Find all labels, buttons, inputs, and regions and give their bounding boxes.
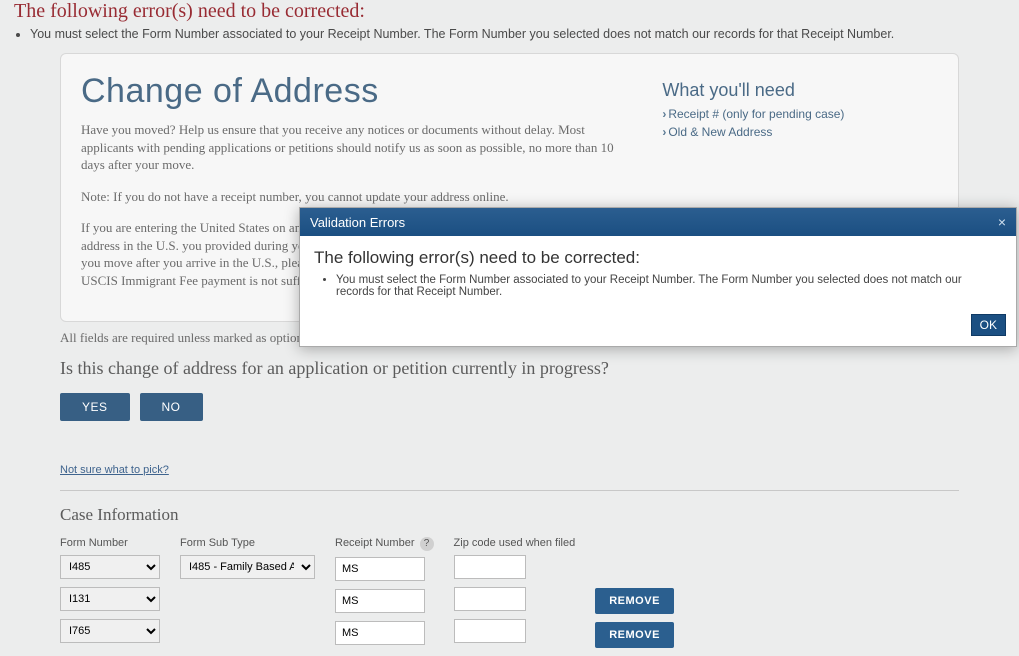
need-item-1: ›Receipt # (only for pending case) (662, 107, 938, 121)
chevron-icon: › (662, 107, 666, 121)
receipt-number-label: Receipt Number ? (335, 537, 434, 551)
ok-button[interactable]: OK (971, 314, 1006, 336)
card-para-1: Have you moved? Help us ensure that you … (81, 121, 632, 174)
case-information-title: Case Information (60, 505, 959, 525)
chevron-icon: › (662, 125, 666, 139)
zip-input-2[interactable] (454, 619, 526, 643)
no-button[interactable]: NO (140, 393, 203, 421)
page-error-item: You must select the Form Number associat… (30, 27, 1019, 49)
receipt-number-input-2[interactable] (335, 621, 425, 645)
validation-errors-modal: Validation Errors × The following error(… (299, 207, 1017, 347)
need-title: What you'll need (662, 80, 938, 101)
modal-error-item: You must select the Form Number associat… (336, 274, 1002, 298)
remove-button-2[interactable]: REMOVE (595, 622, 674, 648)
form-number-select-0[interactable]: I485 (60, 555, 160, 579)
form-number-select-1[interactable]: I131 (60, 587, 160, 611)
form-sub-type-select-0[interactable]: I485 - Family Based Adjust (180, 555, 315, 579)
card-para-2: Note: If you do not have a receipt numbe… (81, 188, 632, 206)
receipt-number-input-1[interactable] (335, 589, 425, 613)
zip-label: Zip code used when filed (454, 537, 576, 549)
need-item-2: ›Old & New Address (662, 125, 938, 139)
form-sub-type-label: Form Sub Type (180, 537, 315, 549)
form-number-select-2[interactable]: I765 (60, 619, 160, 643)
divider (60, 490, 959, 491)
modal-error-title: The following error(s) need to be correc… (314, 248, 1002, 268)
remove-button-1[interactable]: REMOVE (595, 588, 674, 614)
page-error-title: The following error(s) need to be correc… (0, 0, 1019, 27)
receipt-number-input-0[interactable] (335, 557, 425, 581)
modal-title: Validation Errors (310, 215, 405, 230)
help-icon[interactable]: ? (420, 537, 434, 551)
in-progress-question: Is this change of address for an applica… (60, 358, 959, 379)
card-title: Change of Address (81, 72, 632, 111)
zip-input-0[interactable] (454, 555, 526, 579)
zip-input-1[interactable] (454, 587, 526, 611)
close-icon[interactable]: × (998, 214, 1006, 230)
not-sure-link[interactable]: Not sure what to pick? (60, 464, 169, 476)
form-number-label: Form Number (60, 537, 160, 549)
yes-button[interactable]: YES (60, 393, 130, 421)
